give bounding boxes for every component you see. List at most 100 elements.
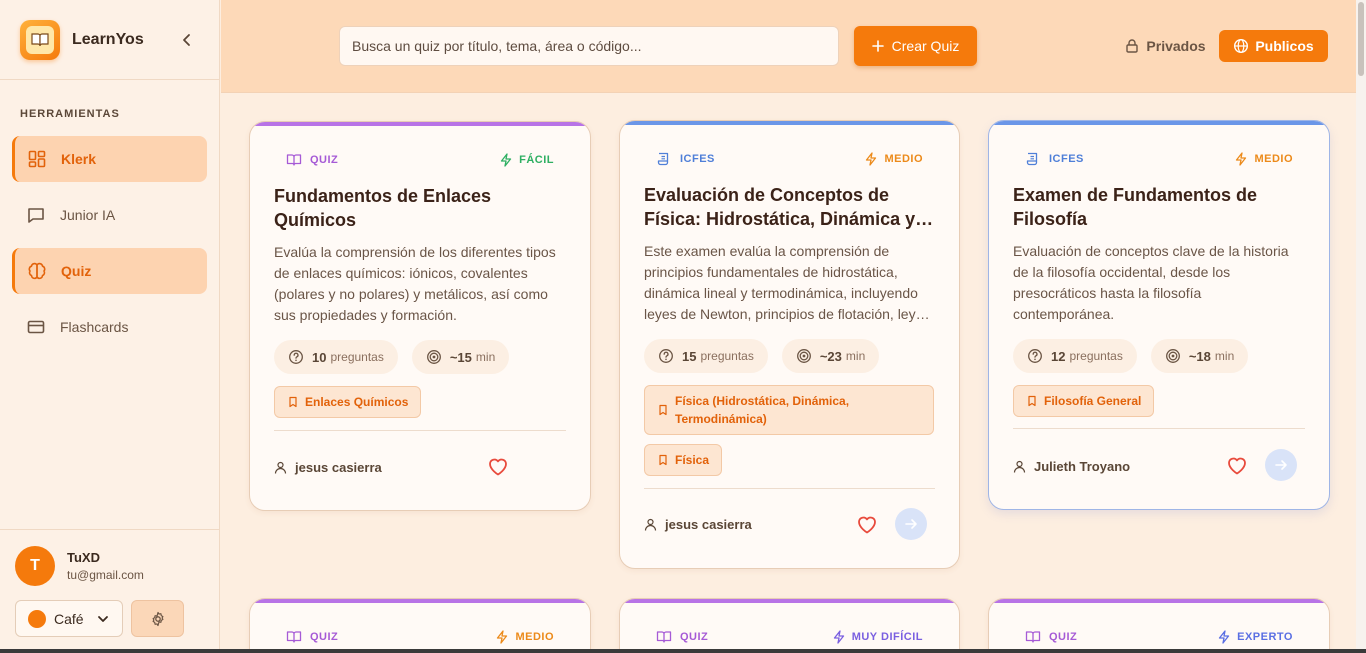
sidebar-item-quiz[interactable]: Quiz <box>12 248 207 294</box>
card-type-label: QUIZ <box>310 631 339 643</box>
card-accent-bar <box>989 599 1329 603</box>
private-filter-button[interactable]: Privados <box>1105 30 1225 62</box>
questions-label: preguntas <box>700 349 754 363</box>
search-input[interactable] <box>339 26 839 66</box>
quiz-card[interactable]: QUIZ MUY DIFÍCIL <box>619 598 960 653</box>
user-profile[interactable]: T TuXD tu@gmail.com <box>15 546 204 586</box>
card-divider <box>274 430 566 431</box>
bolt-icon <box>864 152 878 166</box>
target-icon <box>796 348 812 364</box>
scrollbar-thumb[interactable] <box>1358 2 1364 76</box>
arrow-right-icon <box>1274 458 1288 472</box>
time-stat: ~15 min <box>411 340 510 374</box>
sidebar-item-label: Flashcards <box>60 319 129 335</box>
topic-tag: Enlaces Químicos <box>274 386 422 418</box>
card-type-label: ICFES <box>1049 153 1084 165</box>
card-type: ICFES <box>1025 151 1084 167</box>
plus-icon <box>871 40 884 52</box>
time-label: min <box>845 349 866 363</box>
card-accent-bar <box>989 121 1329 125</box>
sidebar-nav: Klerk Junior IA Quiz Flashcards <box>0 136 219 350</box>
topic-tag: Física (Hidrostática, Dinámica, Termodin… <box>644 385 934 435</box>
theme-select[interactable]: Café <box>15 600 123 637</box>
card-header: QUIZ EXPERTO <box>1025 629 1293 645</box>
user-icon <box>644 518 657 531</box>
card-level: MEDIO <box>495 630 554 644</box>
open-book-icon <box>1025 629 1041 645</box>
topic-tag-label: Física (Hidrostática, Dinámica, Termodin… <box>675 394 850 426</box>
sidebar: LearnYos HERRAMIENTAS Klerk Junior IA Qu… <box>0 0 220 653</box>
card-type: QUIZ <box>1025 629 1077 645</box>
scroll-icon <box>1025 151 1041 167</box>
brand: LearnYos <box>0 0 219 80</box>
public-filter-button[interactable]: Publicos <box>1219 30 1328 62</box>
card-title: Evaluación de Conceptos de Física: Hidro… <box>644 185 916 229</box>
user-icon <box>1013 460 1026 473</box>
sidebar-item-junior-ia[interactable]: Junior IA <box>12 192 207 238</box>
favorite-heart-icon[interactable] <box>855 512 879 536</box>
user-icon <box>274 461 287 474</box>
user-email: tu@gmail.com <box>67 568 144 582</box>
bookmark-icon <box>287 396 299 408</box>
card-level: MEDIO <box>1234 152 1293 166</box>
gear-icon <box>150 611 166 627</box>
card-accent-bar <box>620 599 959 603</box>
card-stats: 10 preguntas ~15 min <box>274 340 510 374</box>
questions-count: 12 <box>1051 348 1066 364</box>
quiz-card[interactable]: ICFES MEDIO Examen de Fundamentos de Fil… <box>988 120 1330 510</box>
card-title: Examen de Fundamentos de Filosofía <box>1013 185 1258 229</box>
target-icon <box>1165 348 1181 364</box>
card-description: Evaluación de conceptos clave de la hist… <box>1013 243 1289 322</box>
card-type: ICFES <box>656 151 715 167</box>
chat-icon <box>26 205 46 225</box>
time-label: min <box>475 350 496 364</box>
card-level-label: FÁCIL <box>519 154 554 166</box>
open-quiz-button[interactable] <box>895 508 927 540</box>
favorite-heart-icon[interactable] <box>486 454 510 478</box>
bookmark-icon <box>1026 395 1038 407</box>
public-label: Publicos <box>1255 38 1314 54</box>
card-level-label: MEDIO <box>515 631 554 643</box>
questions-stat: 10 preguntas <box>274 340 398 374</box>
question-circle-icon <box>1027 348 1043 364</box>
open-book-icon <box>656 629 672 645</box>
settings-button[interactable] <box>131 600 184 637</box>
bolt-icon <box>499 153 513 167</box>
card-author: Julieth Troyano <box>1013 459 1130 474</box>
time-value: ~18 <box>1188 348 1211 364</box>
card-header: QUIZ MUY DIFÍCIL <box>656 629 923 645</box>
questions-label: preguntas <box>1069 349 1123 363</box>
quiz-card[interactable]: ICFES MEDIO Evaluación de Conceptos de F… <box>619 120 960 569</box>
globe-icon <box>1233 38 1249 54</box>
sidebar-item-klerk[interactable]: Klerk <box>12 136 207 182</box>
card-level-label: MEDIO <box>884 153 923 165</box>
questions-count: 15 <box>682 348 697 364</box>
dashboard-icon <box>27 149 47 169</box>
collapse-sidebar-button[interactable] <box>179 32 199 48</box>
user-info: TuXD tu@gmail.com <box>67 550 144 582</box>
card-description: Este examen evalúa la comprensión de pri… <box>644 243 931 322</box>
card-type-label: QUIZ <box>680 631 709 643</box>
open-book-icon <box>286 152 302 168</box>
create-quiz-label: Crear Quiz <box>891 38 960 54</box>
question-circle-icon <box>288 349 304 365</box>
page-scrollbar[interactable] <box>1356 0 1366 653</box>
favorite-heart-icon[interactable] <box>1225 453 1249 477</box>
sidebar-item-label: Quiz <box>61 263 92 279</box>
scroll-icon <box>656 151 672 167</box>
user-area: T TuXD tu@gmail.com Café <box>0 529 219 653</box>
open-quiz-button[interactable] <box>1265 449 1297 481</box>
time-label: min <box>1214 349 1235 363</box>
quiz-card[interactable]: QUIZ EXPERTO <box>988 598 1330 653</box>
create-quiz-button[interactable]: Crear Quiz <box>854 26 977 66</box>
card-title: Fundamentos de Enlaces Químicos <box>274 186 492 230</box>
sidebar-item-label: Klerk <box>61 151 97 167</box>
questions-stat: 12 preguntas <box>1013 339 1137 373</box>
quiz-card[interactable]: QUIZ FÁCIL Fundamentos de Enlaces Químic… <box>249 121 591 511</box>
card-type-label: ICFES <box>680 153 715 165</box>
brain-icon <box>27 261 47 281</box>
card-divider <box>644 488 935 489</box>
questions-stat: 15 preguntas <box>644 339 768 373</box>
sidebar-item-flashcards[interactable]: Flashcards <box>12 304 207 350</box>
quiz-card[interactable]: QUIZ MEDIO <box>249 598 591 653</box>
